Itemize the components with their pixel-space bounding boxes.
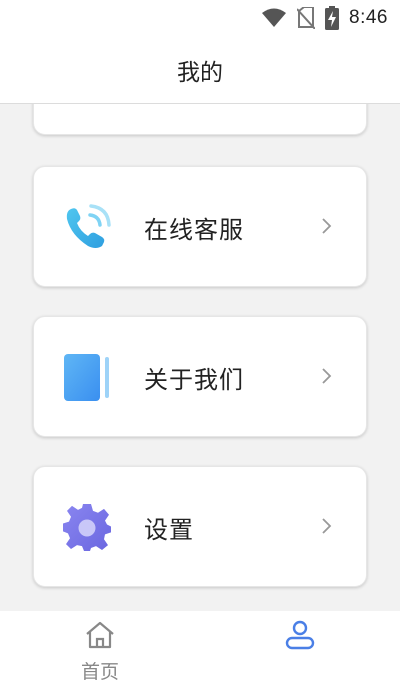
chevron-right-icon <box>322 368 332 384</box>
bottom-tab-bar: 首页 <box>0 611 400 700</box>
gear-icon <box>62 503 112 553</box>
page-title: 我的 <box>177 59 223 86</box>
menu-item-label: 在线客服 <box>144 216 244 244</box>
wifi-icon <box>262 8 287 27</box>
battery-charging-icon <box>325 6 340 30</box>
home-icon <box>86 621 114 649</box>
header: 我的 <box>0 36 400 104</box>
phone-call-icon <box>62 203 112 253</box>
tab-label: 首页 <box>80 661 119 683</box>
chevron-right-icon <box>322 518 332 534</box>
menu-card-partial[interactable] <box>33 104 367 135</box>
book-icon <box>62 353 112 403</box>
tab-home[interactable]: 首页 <box>0 611 200 700</box>
status-icons: 8:46 <box>261 6 388 30</box>
menu-item-label: 设置 <box>144 516 194 544</box>
user-icon <box>285 620 315 650</box>
menu-item-about-us[interactable]: 关于我们 <box>33 316 367 437</box>
menu-item-online-service[interactable]: 在线客服 <box>33 166 367 287</box>
no-sim-icon <box>297 7 316 29</box>
status-bar: 8:46 <box>0 0 400 36</box>
menu-list[interactable]: 在线客服 关于我们 设置 <box>0 104 400 611</box>
tab-me[interactable] <box>200 611 400 700</box>
menu-item-settings[interactable]: 设置 <box>33 466 367 587</box>
chevron-right-icon <box>322 218 332 234</box>
menu-item-label: 关于我们 <box>144 366 244 394</box>
status-time: 8:46 <box>349 7 388 28</box>
